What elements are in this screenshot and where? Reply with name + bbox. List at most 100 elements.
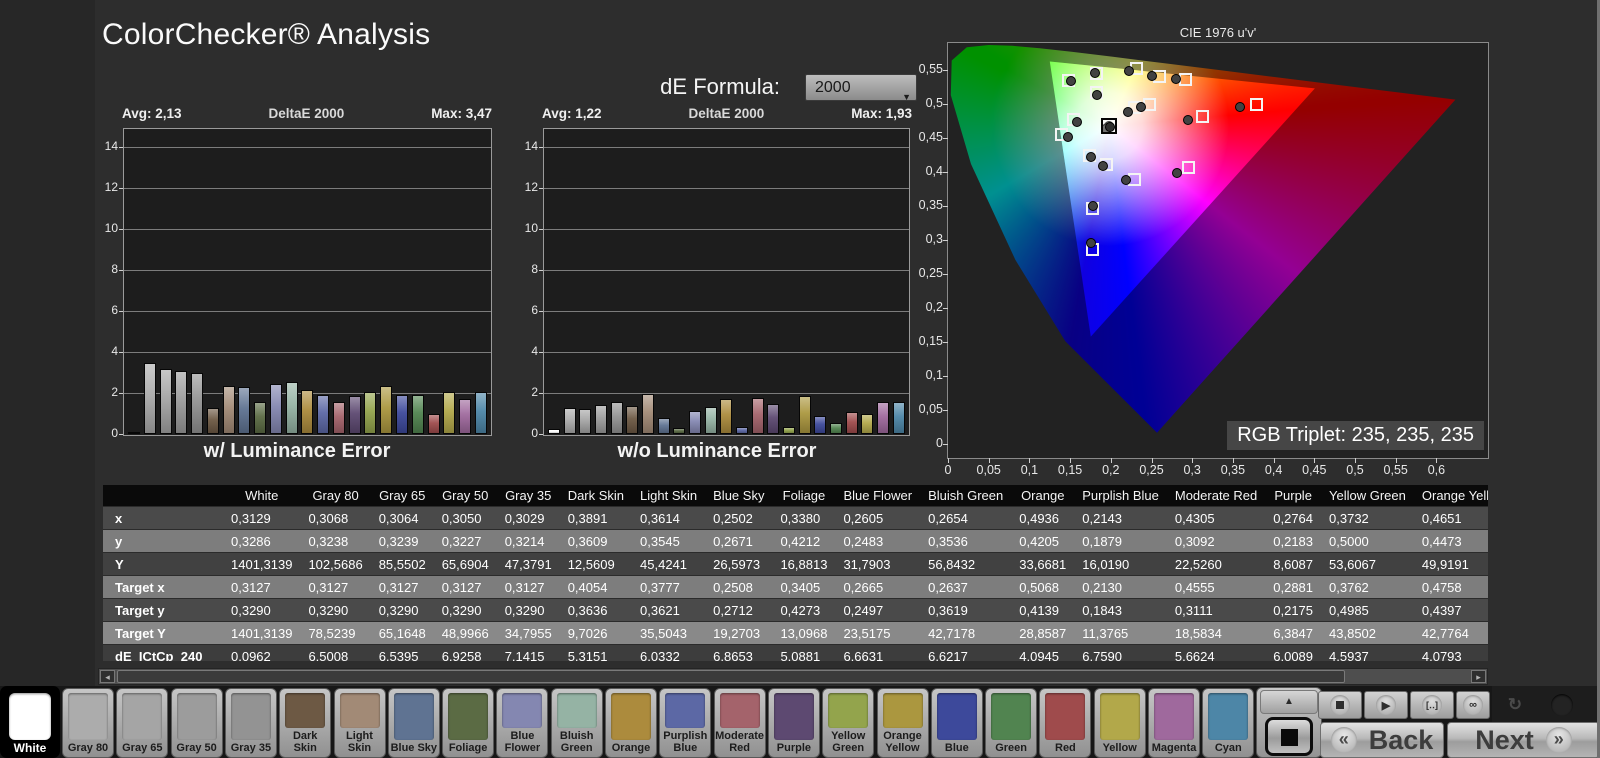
cie-y-tick-mark xyxy=(943,240,948,241)
step-button[interactable]: [‥] xyxy=(1410,691,1454,719)
chart2-caption: w/o Luminance Error xyxy=(516,440,918,463)
scroll-right-button[interactable]: ▸ xyxy=(1471,670,1486,683)
de-formula-dropdown[interactable]: 2000 ▼ xyxy=(805,74,917,101)
table-scrollbar[interactable]: ◂ ▸ xyxy=(98,668,1488,685)
play-button[interactable]: ▶ xyxy=(1364,691,1408,719)
bar-orange-yellow xyxy=(380,386,392,434)
table-cell: 0,5068 xyxy=(1011,576,1074,599)
y-tick-label: 10 xyxy=(96,221,118,235)
y-tick-mark xyxy=(539,434,543,435)
chart-without-luminance-error: Avg: 1,22 DeltaE 2000 Max: 1,93 w/o Lumi… xyxy=(516,100,918,472)
table-cell: 0,3732 xyxy=(1321,507,1414,530)
swatch-gray-35[interactable]: Gray 35 xyxy=(225,688,277,758)
swatch-cyan[interactable]: Cyan xyxy=(1202,688,1254,758)
swatch-gray-65[interactable]: Gray 65 xyxy=(116,688,168,758)
bar-purplish-blue xyxy=(736,427,748,434)
table-cell: 0,3405 xyxy=(772,576,835,599)
swatch-blue-sky[interactable]: Blue Sky xyxy=(388,688,440,758)
measurement-table-wrap: WhiteGray 80Gray 65Gray 50Gray 35Dark Sk… xyxy=(103,485,1488,661)
bar-light-skin xyxy=(642,394,654,434)
bar-moderate-red xyxy=(752,398,764,434)
row-label: Target Y xyxy=(103,622,223,645)
stop-button[interactable] xyxy=(1318,691,1362,719)
y-tick-label: 6 xyxy=(96,303,118,317)
measured-marker-magenta xyxy=(1172,168,1182,178)
y-tick-label: 6 xyxy=(516,303,538,317)
table-cell: 0,4936 xyxy=(1011,507,1074,530)
next-button[interactable]: Next » xyxy=(1447,722,1600,758)
swatch-label: Purple xyxy=(769,742,819,758)
swatch-white[interactable]: White xyxy=(0,686,60,758)
cie-x-tick-mark xyxy=(1274,458,1275,463)
swatch-yellow-green[interactable]: Yellow Green xyxy=(822,688,874,758)
table-cell: 18,5834 xyxy=(1167,622,1265,645)
swatch-yellow[interactable]: Yellow xyxy=(1094,688,1146,758)
cie-y-tick-label: 0,45 xyxy=(903,130,943,144)
swatch-color-chip xyxy=(285,693,325,728)
cie-y-tick-mark xyxy=(943,308,948,309)
table-row-x: x0,31290,30680,30640,30500,30290,38910,3… xyxy=(103,507,1488,530)
cie-title: CIE 1976 u'v' xyxy=(948,25,1488,40)
swatch-purple[interactable]: Purple xyxy=(768,688,820,758)
swatch-magenta[interactable]: Magenta xyxy=(1148,688,1200,758)
bar-white xyxy=(128,432,140,434)
table-cell: 0,3290 xyxy=(371,599,434,622)
swatch-blue-flower[interactable]: Blue Flower xyxy=(496,688,548,758)
chart1-avg: Avg: 2,13 xyxy=(122,106,182,121)
back-button[interactable]: « Back xyxy=(1320,722,1444,758)
table-cell: 65,6904 xyxy=(434,553,497,576)
y-tick-mark xyxy=(539,229,543,230)
y-tick-mark xyxy=(539,147,543,148)
swatch-gray-80[interactable]: Gray 80 xyxy=(62,688,114,758)
scrollbar-thumb[interactable] xyxy=(117,670,1345,683)
table-cell: 47,3791 xyxy=(497,553,560,576)
scroll-left-button[interactable]: ◂ xyxy=(100,670,115,683)
row-label: Target y xyxy=(103,599,223,622)
table-row-de-ictcp-240: dE_ICtCp_2400,09626,50086,53956,92587,14… xyxy=(103,645,1488,662)
swatch-moderate-red[interactable]: Moderate Red xyxy=(714,688,766,758)
cie-y-tick-mark xyxy=(943,70,948,71)
swatch-red[interactable]: Red xyxy=(1039,688,1091,758)
swatch-orange[interactable]: Orange xyxy=(605,688,657,758)
swatch-green[interactable]: Green xyxy=(985,688,1037,758)
swatch-label: Gray 35 xyxy=(226,742,276,758)
swatch-color-chip xyxy=(611,693,651,740)
cie-y-tick-label: 0,2 xyxy=(903,300,943,314)
swatch-gray-50[interactable]: Gray 50 xyxy=(171,688,223,758)
swatch-light-skin[interactable]: Light Skin xyxy=(334,688,386,758)
table-cell: 53,6067 xyxy=(1321,553,1414,576)
cie-y-tick-label: 0,5 xyxy=(903,96,943,110)
bar-gray-50 xyxy=(175,371,187,434)
loop-button[interactable]: ∞ xyxy=(1456,691,1490,719)
back-label: Back xyxy=(1369,725,1434,756)
table-cell: 5,0881 xyxy=(772,645,835,662)
cie-x-tick-mark xyxy=(1436,458,1437,463)
swatch-bluish-green[interactable]: Bluish Green xyxy=(551,688,603,758)
swatch-orange-yellow[interactable]: Orange Yellow xyxy=(877,688,929,758)
selected-point-marker xyxy=(1101,118,1117,134)
swatch-label: Blue xyxy=(932,742,982,758)
cie-y-tick-mark xyxy=(943,342,948,343)
table-cell: 0,2654 xyxy=(920,507,1011,530)
table-cell: 0,4651 xyxy=(1414,507,1488,530)
y-tick-mark xyxy=(119,270,123,271)
cie-x-tick-label: 0,1 xyxy=(1007,463,1051,477)
pattern-window-button[interactable] xyxy=(1265,717,1313,756)
table-cell: 6,8653 xyxy=(705,645,772,662)
table-cell: 0,3636 xyxy=(560,599,632,622)
bar-light-skin xyxy=(223,386,235,434)
swatch-purplish-blue[interactable]: Purplish Blue xyxy=(659,688,711,758)
column-header-yellow-green: Yellow Green xyxy=(1321,485,1414,507)
swatch-foliage[interactable]: Foliage xyxy=(442,688,494,758)
cie-y-tick-mark xyxy=(943,138,948,139)
collapse-button[interactable]: ▲ xyxy=(1260,690,1318,714)
cie-x-tick-label: 0,55 xyxy=(1374,463,1418,477)
refresh-icon[interactable]: ↻ xyxy=(1503,693,1527,717)
chart-with-luminance-error: Avg: 2,13 DeltaE 2000 Max: 3,47 w/ Lumin… xyxy=(96,100,498,472)
bar-gray-50 xyxy=(595,405,607,434)
swatch-blue[interactable]: Blue xyxy=(931,688,983,758)
swatch-dark-skin[interactable]: Dark Skin xyxy=(279,688,331,758)
bar-yellow xyxy=(443,392,455,434)
target-marker-orange xyxy=(1179,73,1192,86)
cie-x-tick-label: 0,6 xyxy=(1414,463,1458,477)
